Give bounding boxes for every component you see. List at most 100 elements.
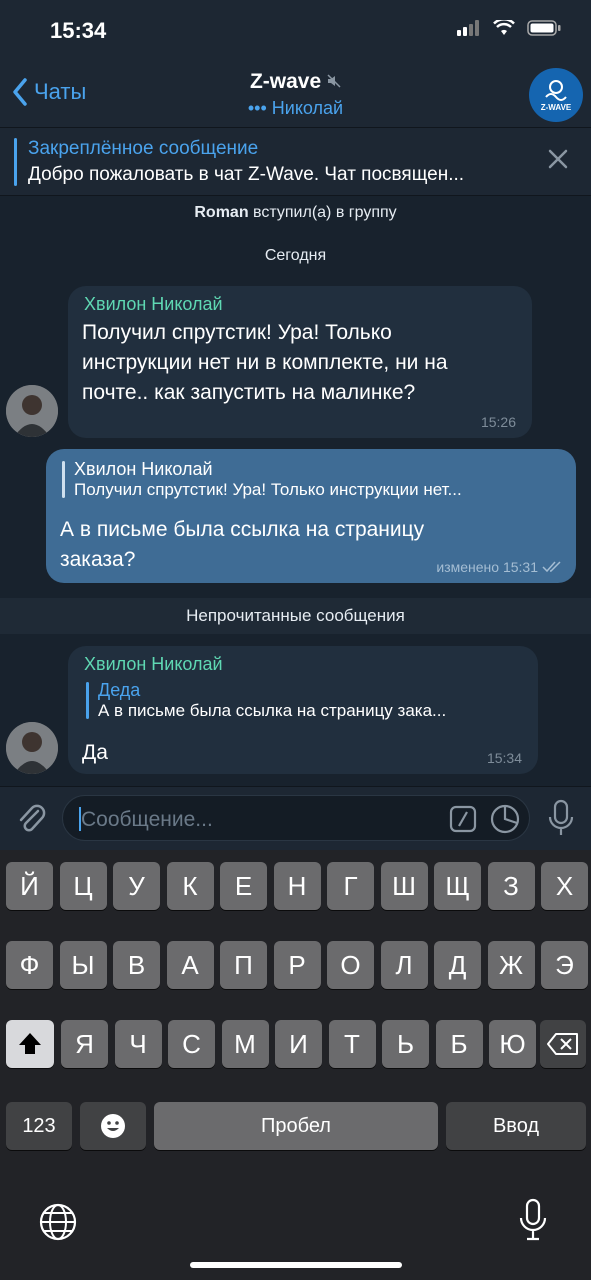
pinned-accent-bar — [14, 138, 17, 186]
letter-key[interactable]: Ф — [6, 941, 53, 989]
chat-title-area[interactable]: Z-wave ••• Николай — [0, 70, 591, 119]
letter-key[interactable]: М — [221, 1020, 269, 1068]
pinned-message[interactable]: Закреплённое сообщение Добро пожаловать … — [0, 128, 591, 196]
pinned-text: Добро пожаловать в чат Z-Wave. Чат посвя… — [28, 164, 465, 185]
letter-key[interactable]: Я — [61, 1020, 108, 1068]
shift-icon — [19, 1033, 41, 1054]
letter-key[interactable]: Ж — [487, 941, 535, 989]
letter-key[interactable]: И — [275, 1020, 322, 1068]
enter-key[interactable]: Ввод — [446, 1102, 586, 1150]
letter-key[interactable]: Э — [541, 941, 588, 989]
unread-separator: Непрочитанные сообщения — [0, 598, 591, 634]
message-meta: изменено 15:31 — [436, 559, 564, 575]
group-avatar[interactable]: Z-WAVE — [529, 68, 583, 122]
attach-icon[interactable] — [14, 801, 48, 835]
signal-icon — [457, 20, 479, 36]
message-sender: Хвилон Николай — [84, 654, 223, 674]
letter-key[interactable]: Ш — [380, 862, 428, 910]
letter-key[interactable]: Ю — [489, 1020, 536, 1068]
letter-key[interactable]: А — [166, 941, 214, 989]
reply-quote[interactable]: Деда А в письме была ссылка на страницу … — [86, 680, 526, 721]
double-check-icon — [542, 561, 561, 573]
letter-key[interactable]: Ч — [114, 1020, 162, 1068]
typing-dots-icon: ••• — [247, 98, 267, 118]
numbers-key[interactable]: 123 — [6, 1102, 72, 1150]
letter-key[interactable]: Н — [273, 862, 321, 910]
commands-icon[interactable] — [449, 805, 477, 833]
message-time: изменено 15:31 — [436, 559, 538, 575]
logo-text: Z-WAVE — [540, 102, 572, 112]
letter-key[interactable]: Ь — [382, 1020, 429, 1068]
letter-key[interactable]: О — [327, 941, 374, 989]
letter-key[interactable]: Й — [6, 862, 53, 910]
letter-key[interactable]: Х — [541, 862, 588, 910]
chat-title: Z-wave — [249, 70, 322, 93]
user-photo-icon — [6, 385, 58, 437]
z-wave-logo-icon — [545, 79, 567, 101]
message-sender: Хвилон Николай — [84, 294, 223, 314]
avatar[interactable] — [6, 722, 58, 774]
date-separator: Сегодня — [264, 247, 327, 264]
letter-key[interactable]: Т — [328, 1020, 376, 1068]
status-time: 15:34 — [50, 18, 107, 43]
home-indicator — [190, 1262, 402, 1268]
shift-key[interactable] — [6, 1020, 54, 1068]
backspace-key[interactable] — [540, 1020, 586, 1068]
pinned-title: Закреплённое сообщение — [28, 138, 259, 159]
space-key[interactable]: Пробел — [154, 1102, 438, 1150]
input-placeholder: Сообщение... — [81, 808, 213, 831]
message-line: инструкции нет ни в комплекте, ни на — [82, 351, 448, 374]
backspace-icon — [547, 1033, 578, 1055]
typing-name: Николай — [271, 98, 344, 118]
reply-text: А в письме была ссылка на страницу зака.… — [98, 701, 447, 720]
letter-key[interactable]: Р — [273, 941, 321, 989]
reply-quote[interactable]: Хвилон Николай Получил спрутстик! Ура! Т… — [62, 459, 562, 500]
status-icons — [457, 20, 561, 36]
message-time: 15:26 — [480, 414, 516, 430]
letter-key[interactable]: П — [220, 941, 267, 989]
message-input[interactable]: Сообщение... — [62, 795, 530, 841]
letter-key[interactable]: З — [487, 862, 535, 910]
globe-icon[interactable] — [38, 1202, 78, 1242]
message-text: А в письме была ссылка на страницу заказ… — [60, 515, 424, 575]
message-line: Да — [82, 741, 108, 764]
letter-key[interactable]: У — [113, 862, 160, 910]
letter-key[interactable]: Щ — [434, 862, 481, 910]
letter-key[interactable]: В — [113, 941, 160, 989]
letter-key[interactable]: С — [168, 1020, 215, 1068]
message-input-panel: Сообщение... — [0, 786, 591, 850]
typing-status: ••• Николай — [0, 98, 591, 119]
emoji-key[interactable] — [80, 1102, 146, 1150]
message-text: Получил спрутстик! Ура! Только инструкци… — [82, 318, 448, 408]
message-line: А в письме была ссылка на страницу — [60, 518, 425, 541]
emoji-icon — [101, 1114, 125, 1138]
avatar[interactable] — [6, 385, 58, 437]
microphone-icon[interactable] — [547, 799, 575, 837]
chat-title-row: Z-wave — [0, 70, 591, 94]
message-bubble-outgoing[interactable]: Хвилон Николай Получил спрутстик! Ура! Т… — [46, 449, 576, 583]
sticker-icon[interactable] — [489, 803, 521, 835]
dictation-icon[interactable] — [518, 1198, 548, 1242]
letter-key[interactable]: Г — [327, 862, 374, 910]
letter-key[interactable]: Е — [220, 862, 267, 910]
message-bubble-incoming[interactable]: Хвилон Николай Деда А в письме была ссыл… — [68, 646, 538, 774]
letter-key[interactable]: К — [166, 862, 214, 910]
muted-icon — [327, 74, 341, 88]
reply-name: Хвилон Николай — [74, 459, 213, 479]
wifi-icon — [493, 20, 515, 35]
close-icon[interactable] — [547, 148, 569, 170]
reply-text: Получил спрутстик! Ура! Только инструкци… — [74, 480, 462, 499]
reply-accent-bar — [62, 461, 65, 498]
letter-key[interactable]: Б — [435, 1020, 483, 1068]
service-joined: Roman вступил(а) в группу — [0, 204, 591, 222]
letter-key[interactable]: Д — [434, 941, 481, 989]
letter-key[interactable]: Ы — [59, 941, 107, 989]
message-line: заказа? — [60, 548, 136, 571]
user-photo-icon — [6, 722, 58, 774]
message-bubble-incoming[interactable]: Хвилон Николай Получил спрутстик! Ура! Т… — [68, 286, 532, 438]
letter-key[interactable]: Л — [380, 941, 428, 989]
reply-accent-bar — [86, 682, 89, 719]
letter-key[interactable]: Ц — [59, 862, 107, 910]
message-time: 15:34 — [486, 750, 522, 766]
joined-text: вступил(а) в группу — [253, 204, 397, 221]
